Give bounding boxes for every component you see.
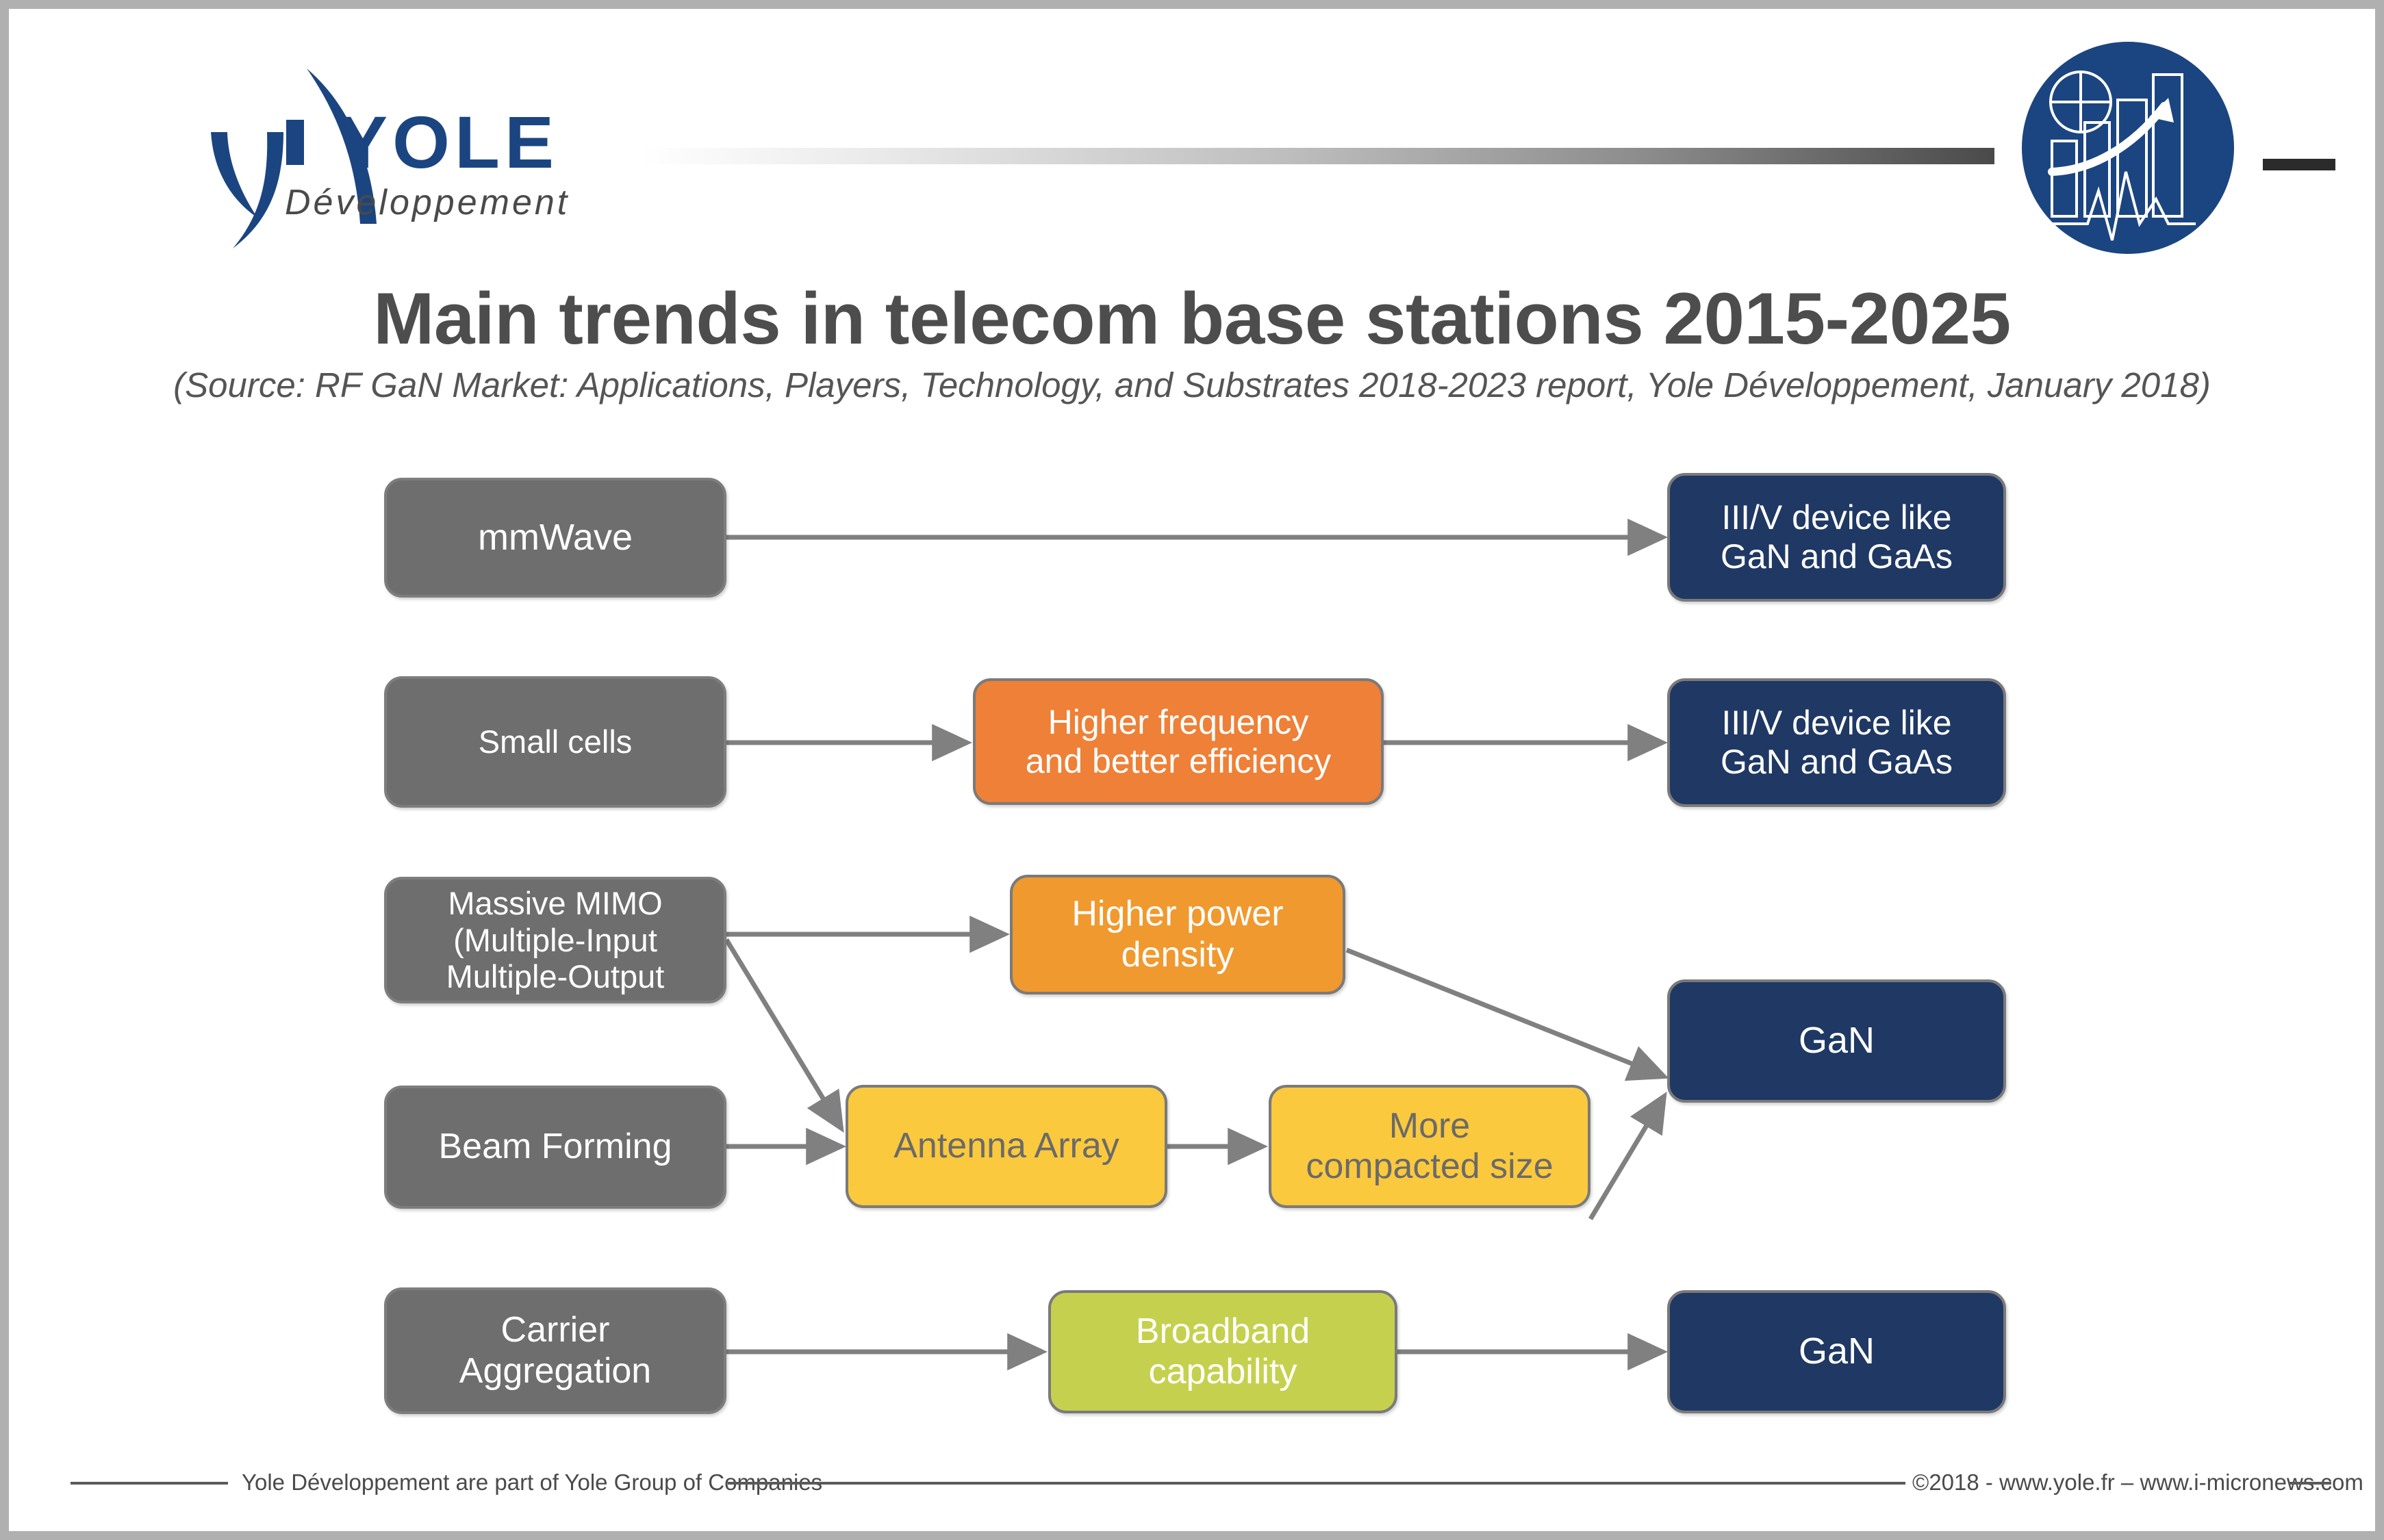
node-broadband-capability[interactable]: Broadband capability <box>1048 1290 1397 1413</box>
footer-rule-right <box>2289 1482 2331 1485</box>
node-small-cells-label: Small cells <box>478 723 633 760</box>
node-gan-2[interactable]: GaN <box>1667 1290 2006 1413</box>
node-higher-power-density-label: Higher power density <box>1071 894 1284 975</box>
node-iiiv-device-1-label: III/V device like GaN and GaAs <box>1720 498 1953 576</box>
node-iiiv-device-2-label: III/V device like GaN and GaAs <box>1720 704 1953 781</box>
node-antenna-array-label: Antenna Array <box>893 1126 1119 1166</box>
node-mmwave[interactable]: mmWave <box>384 478 726 598</box>
node-iiiv-device-1[interactable]: III/V device like GaN and GaAs <box>1667 473 2006 602</box>
node-massive-mimo-label: Massive MIMO (Multiple-Input Multiple-Ou… <box>446 885 665 995</box>
node-higher-frequency-label: Higher frequency and better efficiency <box>1025 702 1332 780</box>
node-higher-power-density[interactable]: Higher power density <box>1010 875 1345 994</box>
node-beam-forming-label: Beam Forming <box>438 1127 672 1167</box>
edge-powerdensity-to-gan <box>1345 947 1669 1081</box>
node-mmwave-label: mmWave <box>478 516 633 558</box>
node-gan-2-label: GaN <box>1798 1331 1875 1372</box>
footer-rule-left <box>71 1482 228 1485</box>
node-broadband-capability-label: Broadband capability <box>1135 1311 1310 1391</box>
node-iiiv-device-2[interactable]: III/V device like GaN and GaAs <box>1667 678 2006 807</box>
node-small-cells[interactable]: Small cells <box>384 676 726 808</box>
footer-rule-middle <box>728 1482 1905 1485</box>
node-carrier-aggregation[interactable]: Carrier Aggregation <box>384 1287 726 1414</box>
flow-diagram: mmWave Small cells Massive MIMO (Multipl… <box>9 9 2375 1531</box>
node-beam-forming[interactable]: Beam Forming <box>384 1086 726 1209</box>
slide-footer: Yole Développement are part of Yole Grou… <box>9 1460 2375 1508</box>
node-carrier-aggregation-label: Carrier Aggregation <box>459 1310 652 1391</box>
edge-compactsize-to-gan <box>1588 1091 1667 1220</box>
slide-canvas: YOLE Développement Main trends in teleco… <box>0 0 2384 1540</box>
node-gan-1-label: GaN <box>1798 1020 1875 1062</box>
node-higher-frequency[interactable]: Higher frequency and better efficiency <box>973 678 1384 805</box>
node-more-compacted-size-label: More compacted size <box>1306 1105 1554 1186</box>
node-antenna-array[interactable]: Antenna Array <box>846 1085 1167 1208</box>
node-gan-1[interactable]: GaN <box>1667 979 2006 1103</box>
node-massive-mimo[interactable]: Massive MIMO (Multiple-Input Multiple-Ou… <box>384 877 726 1003</box>
edge-mimo-to-antennaarray <box>724 938 844 1133</box>
node-more-compacted-size[interactable]: More compacted size <box>1269 1085 1590 1208</box>
